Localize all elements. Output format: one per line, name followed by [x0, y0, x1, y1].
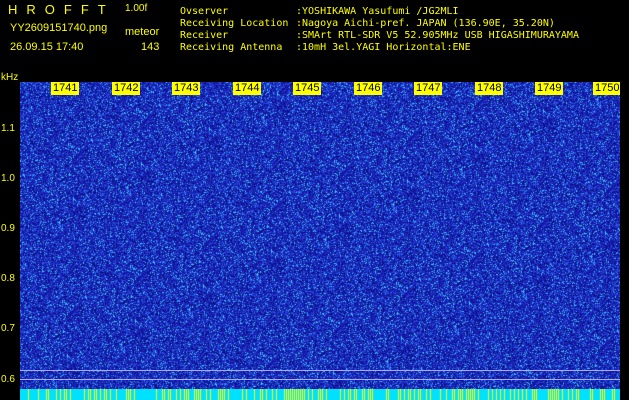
receiver-value: :SMArt RTL-SDR V5 52.905MHz USB HIGASHIM…	[296, 30, 579, 41]
marker-line-lower	[20, 379, 620, 380]
y-tick-label: 1.0	[1, 173, 15, 184]
time-tick-label: 1749	[535, 82, 564, 95]
receiver-key: Receiver	[180, 30, 229, 41]
frequency-axis: kHz 1.1 1.0 0.9 0.8 0.7 0.6	[0, 72, 20, 400]
antenna-value: :10mH 3el.YAGI Horizontal:ENE	[296, 42, 471, 53]
y-tick-label: 0.8	[1, 273, 15, 284]
capture-datetime: 26.09.15 17:40	[10, 41, 84, 53]
file-name: YY2609151740.png	[10, 22, 108, 34]
time-tick-label: 1745	[293, 82, 322, 95]
time-tick-label: 1742	[112, 82, 141, 95]
signal-level-bar	[20, 389, 620, 400]
time-tick-label: 1746	[354, 82, 383, 95]
y-tick-label: 0.6	[1, 374, 15, 385]
location-key: Receiving Location	[180, 18, 289, 29]
location-value: :Nagoya Aichi-pref. JAPAN (136.90E, 35.2…	[296, 18, 555, 29]
marker-line-upper	[20, 370, 620, 371]
y-tick-label: 0.9	[1, 223, 15, 234]
time-tick-label: 1741	[51, 82, 80, 95]
event-type-label: meteor	[125, 26, 160, 38]
observer-value: :YOSHIKAWA Yasufumi /JG2MLI	[296, 6, 459, 17]
y-tick-label: 1.1	[1, 123, 15, 134]
header-panel: HROFFT 1.00f YY2609151740.png meteor 26.…	[0, 0, 629, 82]
time-tick-label: 1743	[172, 82, 201, 95]
waterfall-canvas	[20, 82, 620, 400]
waterfall-spectrogram: 1741 1742 1743 1744 1745 1746 1747 1748 …	[20, 82, 620, 400]
meteor-count: 143	[141, 41, 160, 53]
y-tick-label: 0.7	[1, 323, 15, 334]
time-tick-label: 1748	[475, 82, 504, 95]
app-version: 1.00f	[125, 3, 148, 14]
observer-key: Ovserver	[180, 6, 229, 17]
frequency-unit: kHz	[1, 72, 19, 83]
antenna-key: Receiving Antenna	[180, 42, 283, 53]
time-tick-label: 1747	[414, 82, 443, 95]
time-tick-label: 1744	[233, 82, 262, 95]
time-tick-label: 1750	[593, 82, 620, 95]
right-margin	[620, 82, 629, 400]
app-name: HROFFT	[8, 2, 115, 17]
